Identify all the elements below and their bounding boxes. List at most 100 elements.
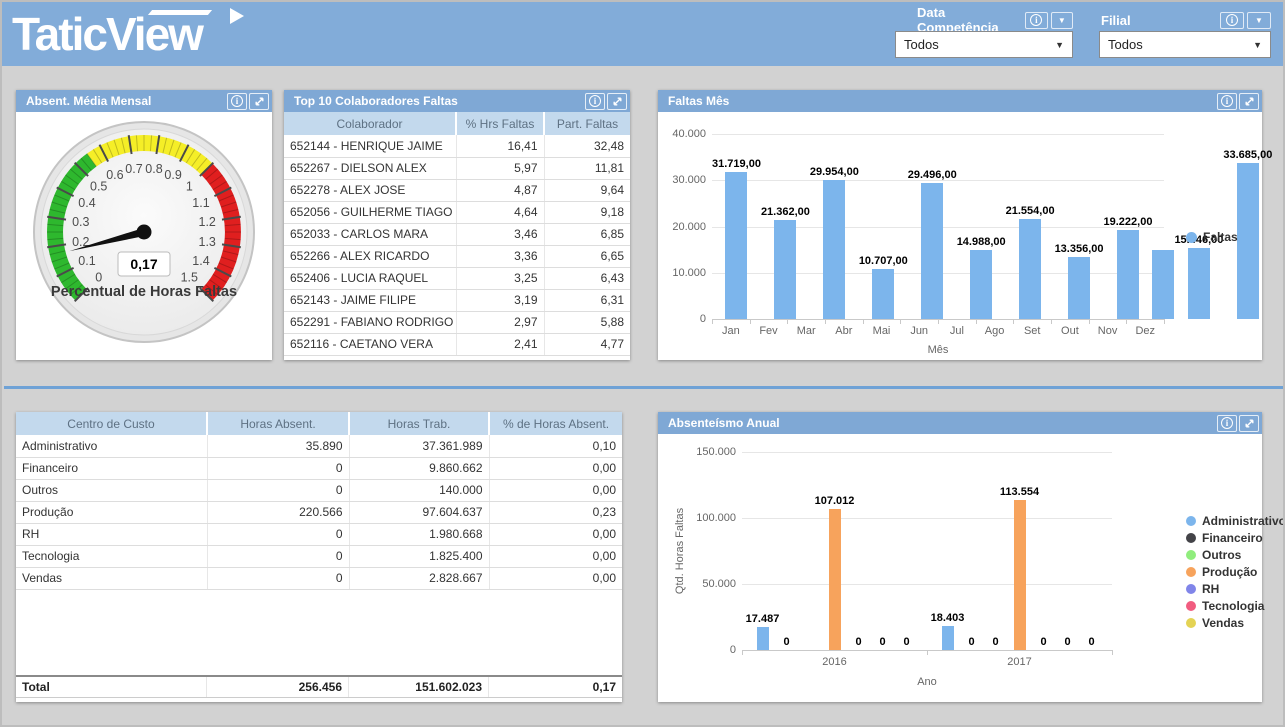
bar-produção[interactable]: [1014, 500, 1026, 650]
filter-info-button[interactable]: i: [1220, 12, 1244, 29]
bar-slot: 19.222,00: [1104, 134, 1153, 319]
x-axis-tick: [1051, 319, 1052, 324]
panel-title: Faltas Mês: [668, 94, 729, 108]
panel-info-button[interactable]: i: [227, 93, 247, 110]
table-row: 652144 - HENRIQUE JAIME16,4132,48: [284, 135, 630, 157]
bar-jun[interactable]: [970, 250, 992, 319]
legend-item[interactable]: RH: [1186, 582, 1285, 596]
x-axis-tick: [863, 319, 864, 324]
row-label-cell: RH: [16, 523, 207, 545]
value-cell: 0,00: [489, 479, 622, 501]
panel-info-button[interactable]: i: [1217, 93, 1237, 110]
select-value: Todos: [1108, 37, 1143, 52]
bar-set[interactable]: [1117, 230, 1139, 319]
bar-dez[interactable]: [1237, 163, 1259, 319]
value-cell: 1.825.400: [349, 545, 489, 567]
bar-value-label: 14.988,00: [957, 236, 1006, 248]
table-row: 652143 - JAIME FILIPE3,196,31: [284, 289, 630, 311]
bar-administrativo[interactable]: [942, 626, 954, 650]
filter-info-button[interactable]: i: [1025, 12, 1047, 29]
bar-fev[interactable]: [774, 220, 796, 319]
bar-ago[interactable]: [1068, 257, 1090, 319]
panel-expand-button[interactable]: [1239, 93, 1259, 110]
x-axis-tick-label: Set: [1013, 325, 1051, 337]
info-icon: i: [589, 95, 601, 107]
filial-select[interactable]: Todos ▼: [1099, 31, 1271, 58]
bar-mar[interactable]: [823, 180, 845, 319]
legend-item[interactable]: Faltas: [1186, 230, 1238, 244]
panel-expand-button[interactable]: [1239, 415, 1259, 432]
legend-item[interactable]: Outros: [1186, 548, 1285, 562]
value-cell: 0,00: [489, 545, 622, 567]
legend-label: Tecnologia: [1202, 599, 1264, 613]
value-cell: 97.604.637: [349, 501, 489, 523]
bar-value-label: 31.719,00: [712, 158, 761, 170]
row-label-cell: Financeiro: [16, 457, 207, 479]
row-label-cell: 652144 - HENRIQUE JAIME: [284, 135, 456, 157]
section-divider: [4, 386, 1285, 389]
svg-text:0.7: 0.7: [125, 162, 142, 176]
bar-slot: 17.487: [751, 452, 775, 650]
column-header: Horas Trab.: [349, 412, 489, 435]
value-cell: 0: [207, 523, 349, 545]
x-axis-tick-label: Fev: [750, 325, 788, 337]
legend-item[interactable]: Administrativo: [1186, 514, 1285, 528]
select-value: Todos: [904, 37, 939, 52]
bar-value-label: 19.222,00: [1104, 216, 1153, 228]
bar-mai[interactable]: [921, 183, 943, 319]
bar-jul[interactable]: [1019, 219, 1041, 319]
legend-label: Faltas: [1203, 230, 1238, 244]
value-cell: 9.860.662: [349, 457, 489, 479]
x-axis-tick: [750, 319, 751, 324]
legend-item[interactable]: Financeiro: [1186, 531, 1285, 545]
panel-info-button[interactable]: i: [1217, 415, 1237, 432]
legend-marker-icon: [1186, 516, 1196, 526]
bar-administrativo[interactable]: [757, 627, 769, 650]
value-cell: 6,43: [544, 267, 630, 289]
legend-item[interactable]: Vendas: [1186, 616, 1285, 630]
filter-menu-button[interactable]: ▼: [1247, 12, 1271, 29]
bar-abr[interactable]: [872, 269, 894, 319]
column-header: % de Horas Absent.: [489, 412, 622, 435]
value-cell: 2.828.667: [349, 567, 489, 589]
x-axis-tick: [742, 650, 743, 655]
panel-expand-button[interactable]: [249, 93, 269, 110]
table-row: RH01.980.6680,00: [16, 523, 622, 545]
legend-marker-icon: [1186, 550, 1196, 560]
value-cell: 220.566: [207, 501, 349, 523]
legend-item[interactable]: Tecnologia: [1186, 599, 1285, 613]
logo-accent-shape: [148, 10, 212, 15]
bar-jan[interactable]: [725, 172, 747, 319]
bar-produção[interactable]: [829, 509, 841, 650]
row-label-cell: 652406 - LUCIA RAQUEL: [284, 267, 456, 289]
x-axis-title: Mês: [712, 344, 1164, 356]
panel-absent-media-mensal: Absent. Média Mensal i 00.10.20.30.40.50…: [16, 90, 272, 360]
x-axis-tick-label: 2016: [742, 656, 927, 668]
panel-top10-colaboradores: Top 10 Colaboradores Faltas i Colaborado…: [284, 90, 630, 360]
bar-out[interactable]: [1152, 250, 1174, 319]
column-header: Horas Absent.: [207, 412, 349, 435]
value-cell: 0,23: [489, 501, 622, 523]
bar-slot: 0: [895, 452, 919, 650]
row-label-cell: 652291 - FABIANO RODRIGO: [284, 311, 456, 333]
legend-item[interactable]: Produção: [1186, 565, 1285, 579]
row-label-cell: Vendas: [16, 567, 207, 589]
panel-expand-button[interactable]: [607, 93, 627, 110]
x-axis-tick-label: Ago: [976, 325, 1014, 337]
svg-text:1: 1: [186, 180, 193, 194]
value-cell: 6,65: [544, 245, 630, 267]
panel-info-button[interactable]: i: [585, 93, 605, 110]
value-cell: 9,64: [544, 179, 630, 201]
x-axis-tick-label: Jan: [712, 325, 750, 337]
bar-nov[interactable]: [1188, 248, 1210, 319]
svg-text:1.3: 1.3: [199, 235, 216, 249]
filter-menu-button[interactable]: ▼: [1051, 12, 1073, 29]
y-axis-tick-label: 10.000: [662, 267, 706, 279]
table-row: 652278 - ALEX JOSE4,879,64: [284, 179, 630, 201]
bar-slot: [799, 452, 823, 650]
filter-label: Filial: [1101, 13, 1131, 28]
x-axis-tick-label: Jun: [900, 325, 938, 337]
data-competencia-select[interactable]: Todos ▼: [895, 31, 1073, 58]
value-cell: 3,19: [456, 289, 544, 311]
x-axis-tick-label: 2017: [927, 656, 1112, 668]
